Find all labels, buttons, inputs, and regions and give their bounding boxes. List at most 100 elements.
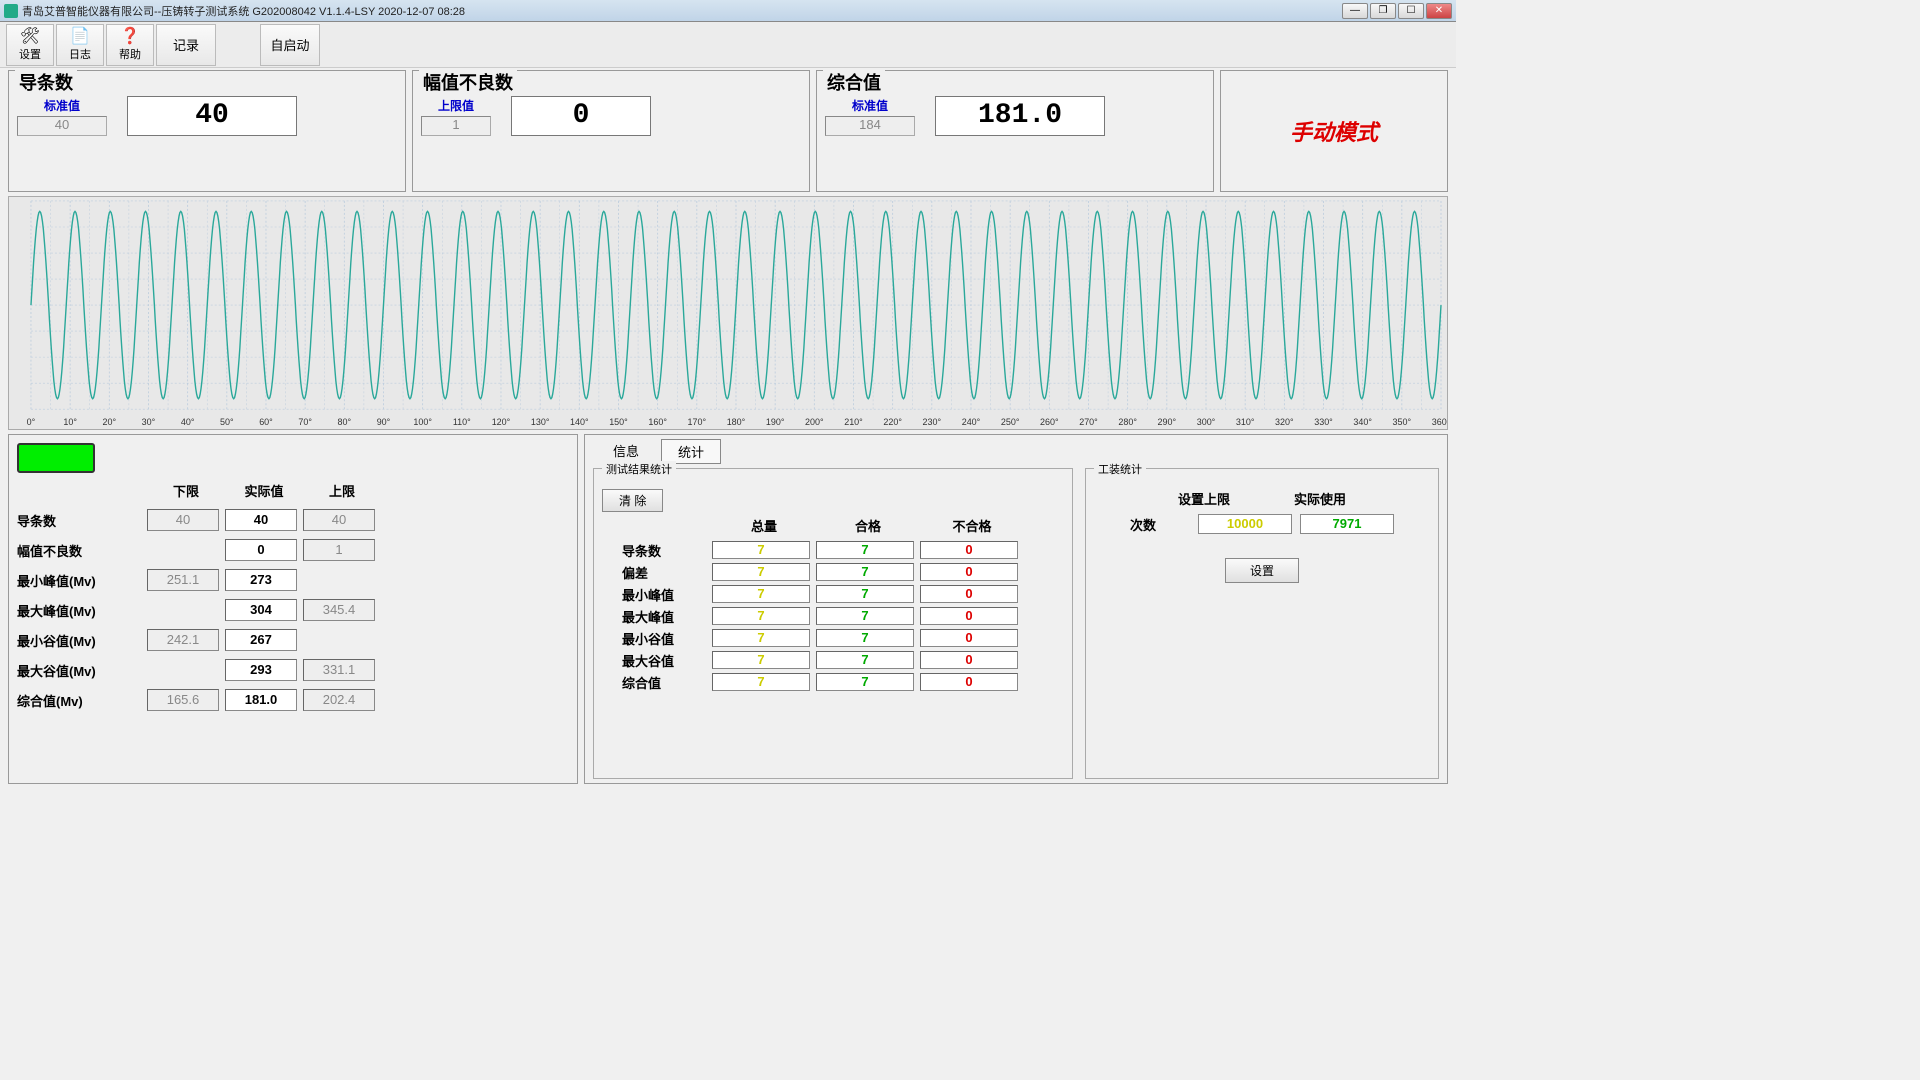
svg-text:120°: 120°: [492, 417, 511, 427]
svg-text:170°: 170°: [688, 417, 707, 427]
measure-lower: 242.1: [147, 629, 219, 651]
stats-row: 最大峰值 7 7 0: [602, 605, 1064, 627]
svg-text:360°: 360°: [1432, 417, 1447, 427]
autostart-button[interactable]: 自启动: [260, 24, 320, 66]
svg-text:50°: 50°: [220, 417, 234, 427]
stats-row-label: 最小峰值: [602, 585, 712, 604]
waveform-chart: 0°10°20°30°40°50°60°70°80°90°100°110°120…: [8, 196, 1448, 430]
stats-fail: 0: [920, 607, 1018, 625]
fixture-legend: 工装统计: [1094, 461, 1146, 477]
measure-row: 最大谷值(Mv) 293 331.1: [117, 656, 569, 684]
stats-total: 7: [712, 585, 810, 603]
test-result-stats: 测试结果统计 清 除 总量合格不合格 导条数 7 7 0 偏差 7 7 0 最小…: [593, 468, 1073, 779]
fixture-used-header: 实际使用: [1272, 489, 1368, 508]
measure-lower: 251.1: [147, 569, 219, 591]
measure-row: 最小峰值(Mv) 251.1 273: [117, 566, 569, 594]
minimize-button[interactable]: —: [1342, 3, 1368, 19]
measure-row: 幅值不良数 0 1: [117, 536, 569, 564]
guide-count-title: 导条数: [15, 69, 77, 95]
fixture-set-button[interactable]: 设置: [1225, 558, 1299, 583]
svg-text:350°: 350°: [1393, 417, 1412, 427]
stats-total: 7: [712, 673, 810, 691]
fixture-used: 7971: [1300, 514, 1394, 534]
titlebar: 青岛艾普智能仪器有限公司--压铸转子测试系统 G202008042 V1.1.4…: [0, 0, 1456, 22]
stats-row: 偏差 7 7 0: [602, 561, 1064, 583]
svg-text:280°: 280°: [1118, 417, 1137, 427]
stats-fail: 0: [920, 563, 1018, 581]
stats-pass: 7: [816, 629, 914, 647]
svg-text:230°: 230°: [923, 417, 942, 427]
measure-row: 导条数 40 40 40: [117, 506, 569, 534]
measure-upper: 345.4: [303, 599, 375, 621]
measure-row-label: 最大谷值(Mv): [17, 661, 147, 680]
guide-count-card: 导条数 标准值 40 40: [8, 70, 406, 192]
svg-text:220°: 220°: [883, 417, 902, 427]
clear-button[interactable]: 清 除: [602, 489, 663, 512]
mode-text: 手动模式: [1290, 115, 1378, 147]
svg-text:140°: 140°: [570, 417, 589, 427]
mode-card: 手动模式: [1220, 70, 1448, 192]
measure-actual: 304: [225, 599, 297, 621]
measure-upper: [303, 629, 375, 651]
measure-actual: 40: [225, 509, 297, 531]
svg-text:70°: 70°: [298, 417, 312, 427]
svg-text:310°: 310°: [1236, 417, 1255, 427]
svg-text:110°: 110°: [453, 417, 471, 427]
svg-text:160°: 160°: [648, 417, 667, 427]
svg-text:330°: 330°: [1314, 417, 1333, 427]
pass-indicator: [17, 443, 95, 473]
measure-upper: [303, 569, 375, 591]
measure-actual: 267: [225, 629, 297, 651]
stats-total: 7: [712, 651, 810, 669]
svg-text:300°: 300°: [1197, 417, 1216, 427]
restore-button[interactable]: ❐: [1370, 3, 1396, 19]
svg-text:130°: 130°: [531, 417, 550, 427]
svg-text:20°: 20°: [103, 417, 117, 427]
measure-actual: 293: [225, 659, 297, 681]
window-title: 青岛艾普智能仪器有限公司--压铸转子测试系统 G202008042 V1.1.4…: [22, 3, 1342, 19]
measure-row: 最小谷值(Mv) 242.1 267: [117, 626, 569, 654]
stats-row-label: 偏差: [602, 563, 712, 582]
svg-text:90°: 90°: [377, 417, 391, 427]
svg-text:190°: 190°: [766, 417, 785, 427]
stats-fail: 0: [920, 651, 1018, 669]
svg-text:320°: 320°: [1275, 417, 1294, 427]
settings-button[interactable]: 🛠设置: [6, 24, 54, 66]
measure-lower: [147, 599, 219, 621]
measure-row-label: 幅值不良数: [17, 541, 147, 560]
svg-text:250°: 250°: [1001, 417, 1020, 427]
stats-row-label: 最小谷值: [602, 629, 712, 648]
measure-upper: 331.1: [303, 659, 375, 681]
fixture-limit-header: 设置上限: [1156, 489, 1252, 508]
measure-upper: 40: [303, 509, 375, 531]
record-button[interactable]: 记录: [156, 24, 216, 66]
measure-actual: 181.0: [225, 689, 297, 711]
amplitude-defect-limit: 1: [421, 116, 491, 136]
stats-fail: 0: [920, 585, 1018, 603]
close-button[interactable]: ✕: [1426, 3, 1452, 19]
maximize-button[interactable]: ☐: [1398, 3, 1424, 19]
measure-row-label: 最大峰值(Mv): [17, 601, 147, 620]
stats-pass: 7: [816, 541, 914, 559]
log-icon: 📄: [70, 27, 90, 45]
help-button[interactable]: ❓帮助: [106, 24, 154, 66]
stats-fail: 0: [920, 629, 1018, 647]
measure-upper: 202.4: [303, 689, 375, 711]
composite-value: 181.0: [935, 96, 1105, 136]
svg-text:180°: 180°: [727, 417, 746, 427]
measure-row-label: 综合值(Mv): [17, 691, 147, 710]
measure-row: 最大峰值(Mv) 304 345.4: [117, 596, 569, 624]
measure-lower: [147, 659, 219, 681]
toolbar: 🛠设置 📄日志 ❓帮助 记录 自启动: [0, 22, 1456, 68]
svg-text:80°: 80°: [338, 417, 352, 427]
guide-count-value: 40: [127, 96, 297, 136]
amplitude-defect-value: 0: [511, 96, 651, 136]
settings-icon: 🛠: [20, 27, 40, 45]
log-button[interactable]: 📄日志: [56, 24, 104, 66]
stats-total: 7: [712, 607, 810, 625]
measure-lower: [147, 539, 219, 561]
measurement-panel: 下限实际值上限 导条数 40 40 40 幅值不良数 0 1 最小峰值(Mv) …: [8, 434, 578, 784]
measure-lower: 165.6: [147, 689, 219, 711]
stats-total: 7: [712, 629, 810, 647]
stats-pass: 7: [816, 651, 914, 669]
